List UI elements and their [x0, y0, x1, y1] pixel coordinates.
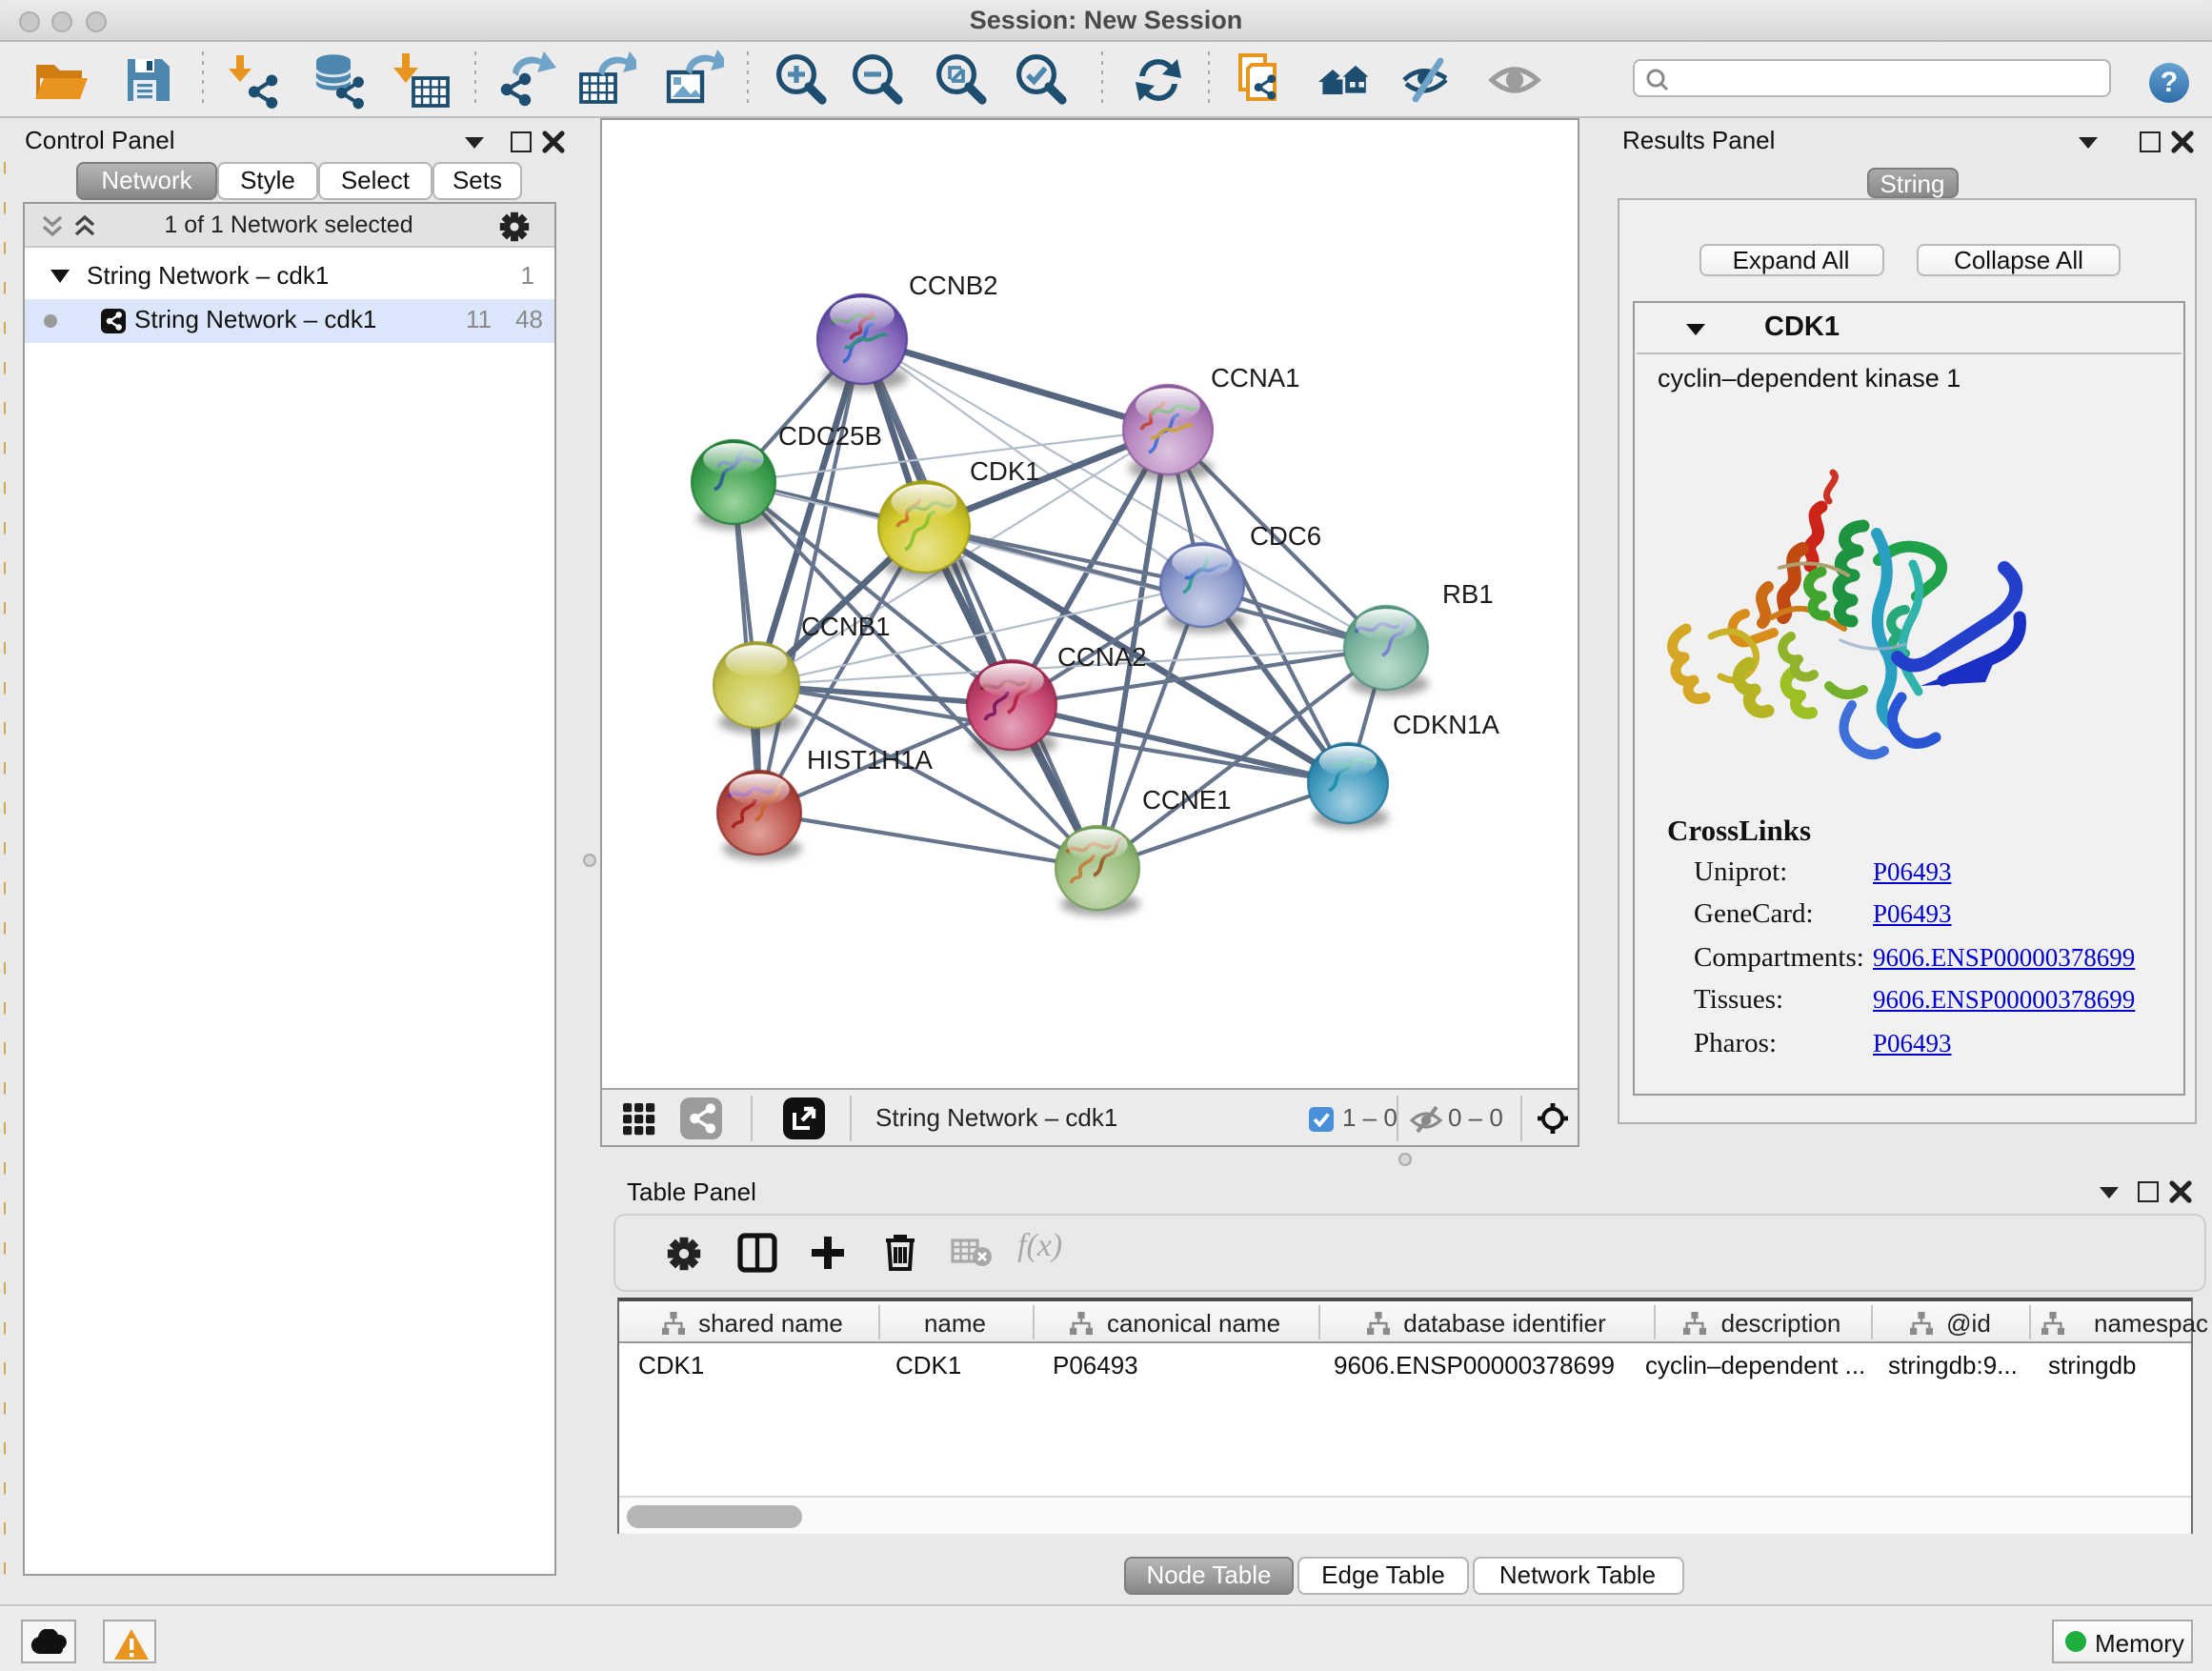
- svg-text:CCNB2: CCNB2: [908, 271, 997, 300]
- svg-text:CCNA1: CCNA1: [1210, 363, 1299, 393]
- svg-text:CDC25B: CDC25B: [777, 421, 881, 451]
- svg-text:CCNE1: CCNE1: [1141, 785, 1231, 815]
- svg-text:HIST1H1A: HIST1H1A: [806, 745, 932, 775]
- svg-text:RB1: RB1: [1441, 579, 1493, 609]
- svg-text:CDK1: CDK1: [969, 456, 1039, 486]
- svg-text:CCNA2: CCNA2: [1056, 642, 1146, 672]
- svg-text:CCNB1: CCNB1: [800, 612, 890, 641]
- svg-text:CDC6: CDC6: [1249, 521, 1320, 551]
- svg-text:CDKN1A: CDKN1A: [1392, 710, 1499, 739]
